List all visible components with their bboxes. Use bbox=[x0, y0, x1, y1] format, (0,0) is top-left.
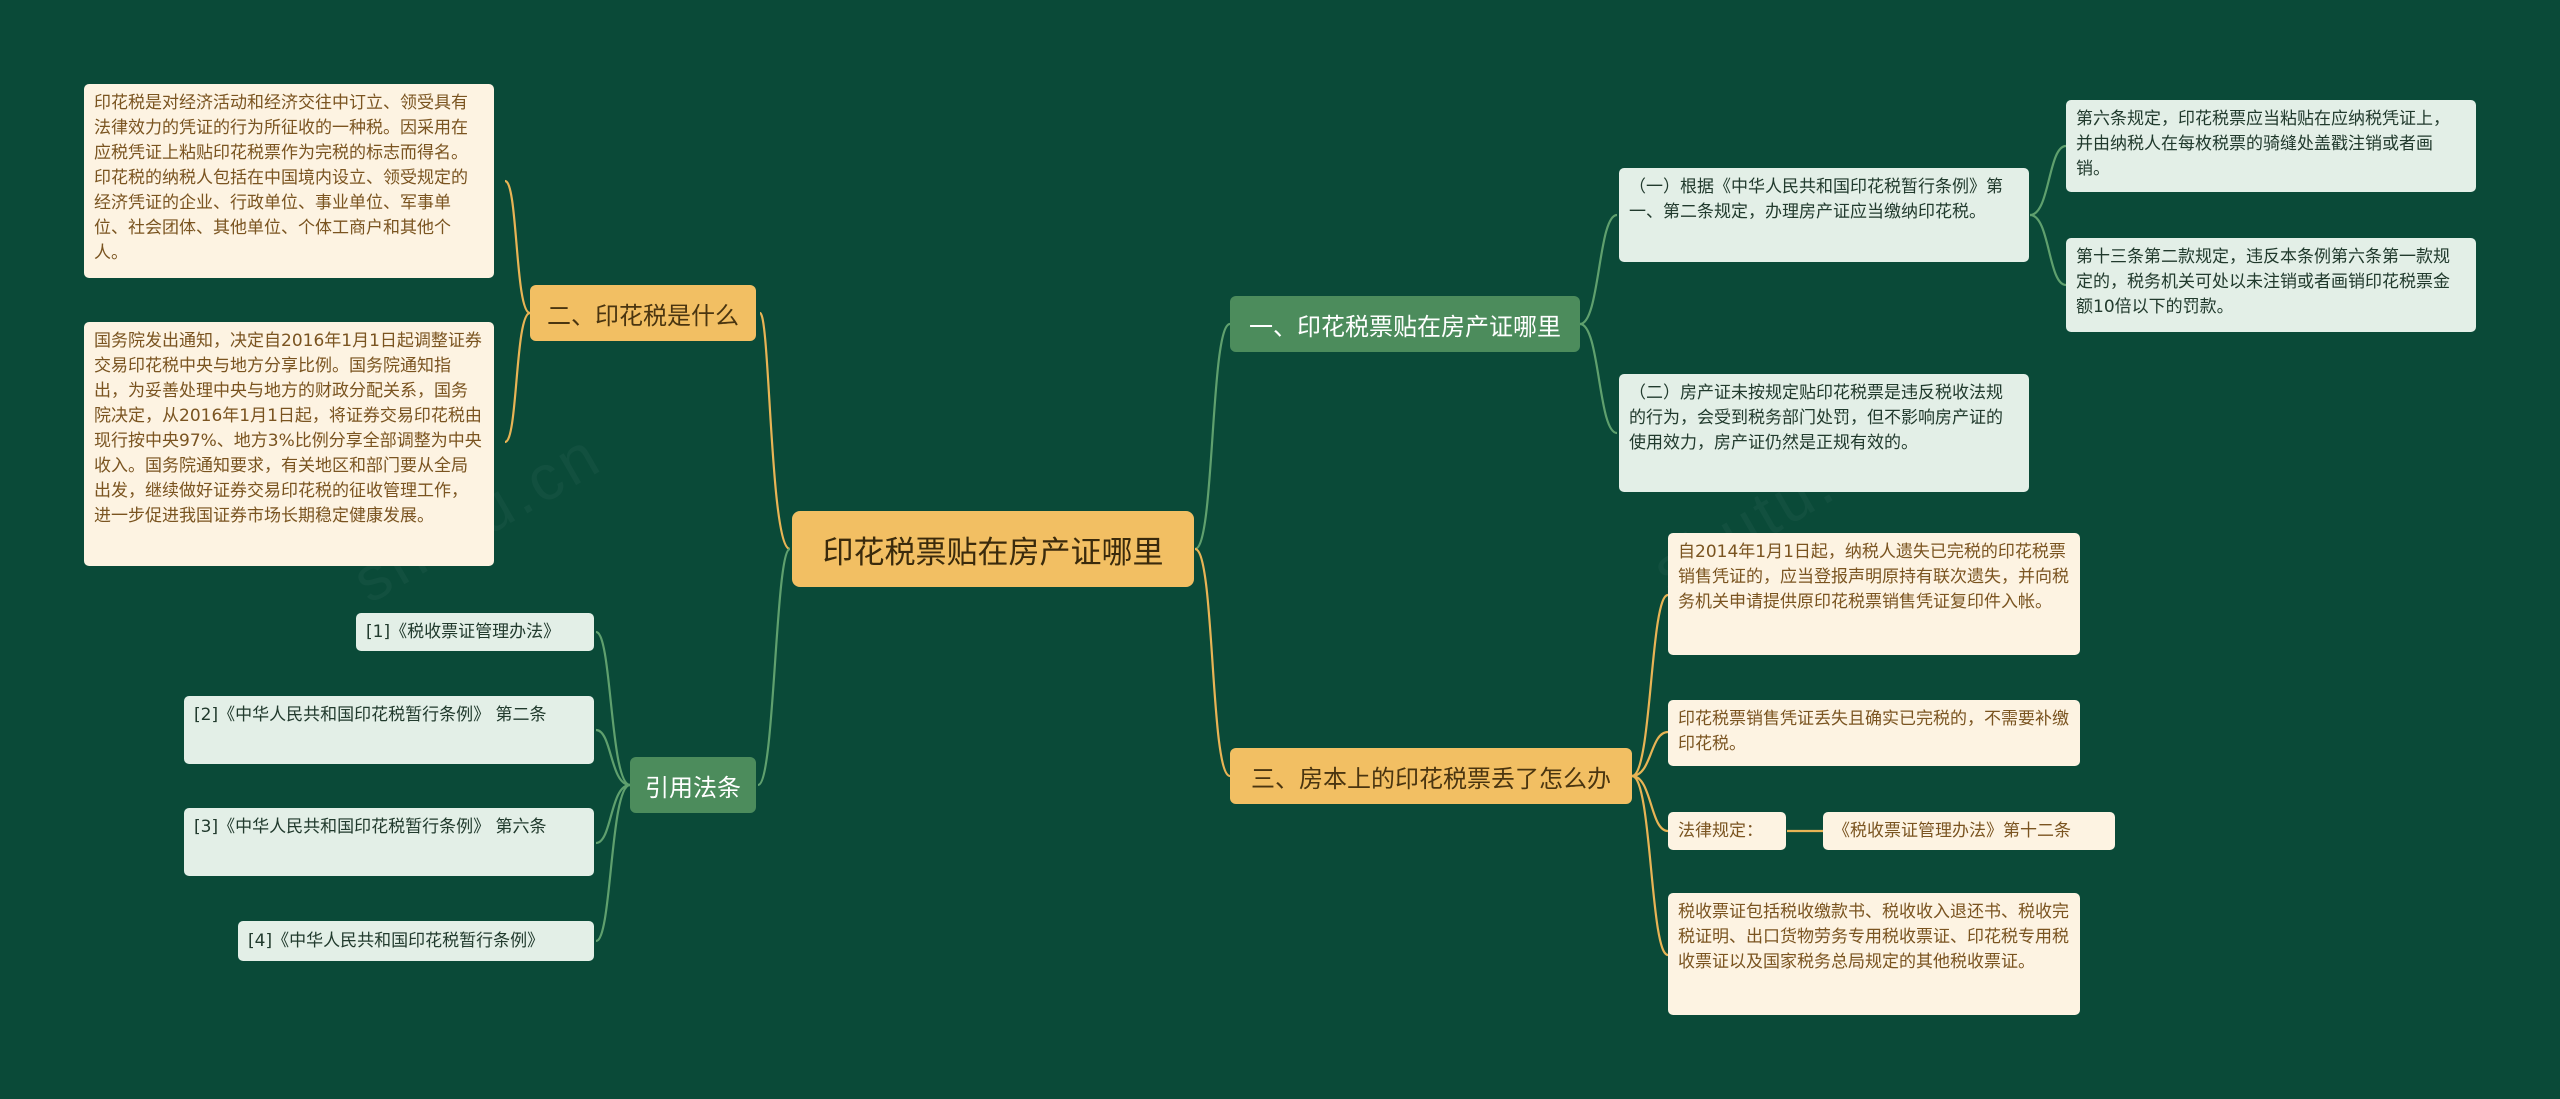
link-ref-3 bbox=[595, 783, 631, 845]
link-lost-item1 bbox=[1631, 593, 1669, 778]
link-root-references bbox=[756, 547, 792, 787]
link-root-what-is bbox=[758, 311, 791, 551]
where-sub-article-six[interactable]: 第六条规定，印花税票应当粘贴在应纳税凭证上，并由纳税人在每枚税票的骑缝处盖戳注销… bbox=[2066, 100, 2476, 192]
lost-law-reference[interactable]: 《税收票证管理办法》第十二条 bbox=[1823, 812, 2115, 850]
link-where-item1 bbox=[1579, 213, 1618, 326]
link-ref-2 bbox=[595, 728, 631, 787]
link-root-lost bbox=[1194, 547, 1231, 778]
where-sub-article-thirteen[interactable]: 第十三条第二款规定，违反本条例第六条第一款规定的，税务机关可处以未注销或者画销印… bbox=[2066, 238, 2476, 332]
root-topic[interactable]: 印花税票贴在房产证哪里 bbox=[792, 511, 1194, 587]
link-item1-sub2 bbox=[2029, 213, 2067, 287]
branch-where-to-stick[interactable]: 一、印花税票贴在房产证哪里 bbox=[1230, 296, 1580, 352]
lost-item-no-repay[interactable]: 印花税票销售凭证丢失且确实已完税的，不需要补缴印花税。 bbox=[1668, 700, 2080, 766]
branch-references[interactable]: 引用法条 bbox=[630, 757, 756, 813]
reference-item[interactable]: [1]《税收票证管理办法》 bbox=[356, 613, 594, 651]
link-where-item2 bbox=[1579, 322, 1618, 435]
reference-item[interactable]: [2]《中华人民共和国印花税暂行条例》 第二条 bbox=[184, 696, 594, 764]
link-root-where bbox=[1194, 322, 1231, 551]
lost-item-tax-receipts[interactable]: 税收票证包括税收缴款书、税收收入退还书、税收完税证明、出口货物劳务专用税收票证、… bbox=[1668, 893, 2080, 1015]
where-item-regulation[interactable]: （一）根据《中华人民共和国印花税暂行条例》第一、第二条规定，办理房产证应当缴纳印… bbox=[1619, 168, 2029, 262]
what-is-detail-notice[interactable]: 国务院发出通知，决定自2016年1月1日起调整证券交易印花税中央与地方分享比例。… bbox=[84, 322, 494, 566]
lost-law-label[interactable]: 法律规定： bbox=[1668, 812, 1786, 850]
reference-item[interactable]: [4]《中华人民共和国印花税暂行条例》 bbox=[238, 921, 594, 961]
link-item1-sub1 bbox=[2029, 144, 2067, 217]
lost-item-declaration[interactable]: 自2014年1月1日起，纳税人遗失已完税的印花税票销售凭证的，应当登报声明原持有… bbox=[1668, 533, 2080, 655]
link-lost-law bbox=[1631, 774, 1669, 833]
link-whatis-detail1 bbox=[503, 179, 531, 315]
branch-what-is-stamp-tax[interactable]: 二、印花税是什么 bbox=[530, 285, 756, 341]
branch-lost-stamp[interactable]: 三、房本上的印花税票丢了怎么办 bbox=[1230, 748, 1632, 804]
what-is-detail-definition[interactable]: 印花税是对经济活动和经济交往中订立、领受具有法律效力的凭证的行为所征收的一种税。… bbox=[84, 84, 494, 278]
where-item-penalty[interactable]: （二）房产证未按规定贴印花税票是违反税收法规的行为，会受到税务部门处罚，但不影响… bbox=[1619, 374, 2029, 492]
link-whatis-detail2 bbox=[503, 311, 531, 444]
reference-item[interactable]: [3]《中华人民共和国印花税暂行条例》 第六条 bbox=[184, 808, 594, 876]
